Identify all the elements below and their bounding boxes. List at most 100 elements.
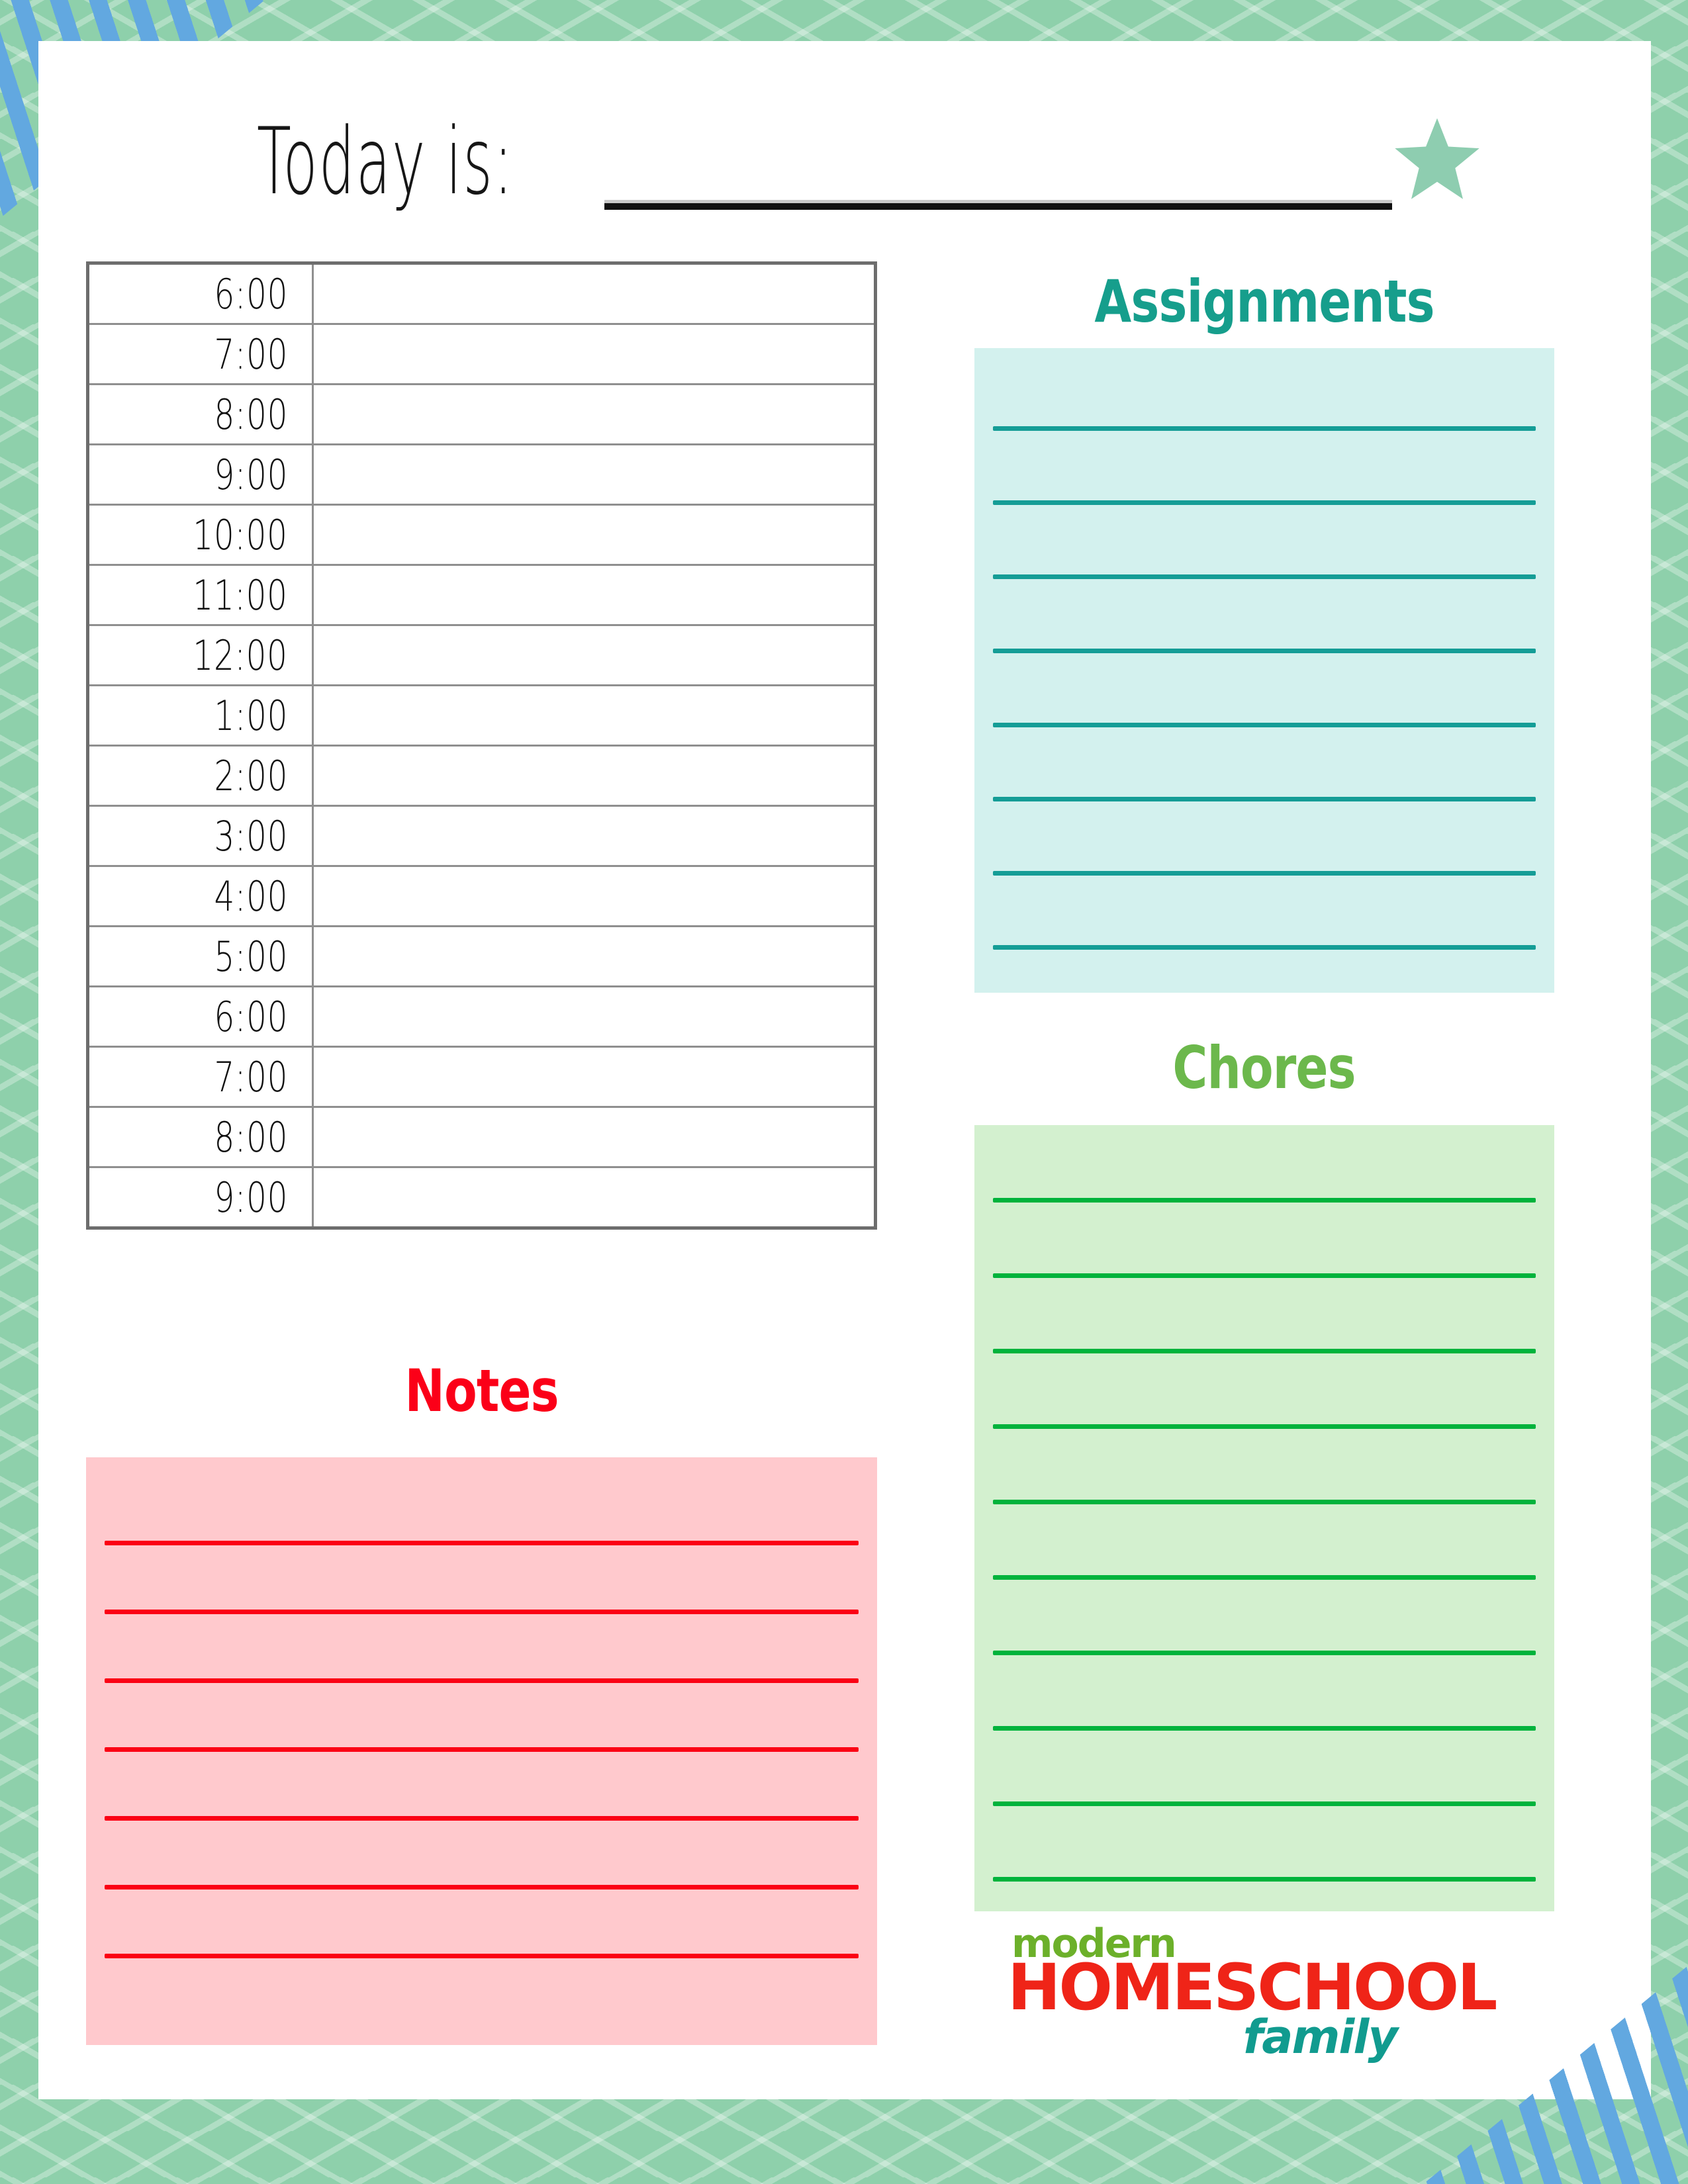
schedule-time-cell: 8:00 [87, 383, 314, 445]
table-row: 3:00 [87, 805, 876, 867]
table-row: 8:00 [87, 1106, 876, 1168]
write-on-line[interactable] [993, 1273, 1536, 1278]
schedule-entry-cell[interactable] [312, 624, 876, 686]
schedule-entry-cell[interactable] [312, 985, 876, 1048]
write-on-line[interactable] [993, 1877, 1536, 1882]
write-on-line[interactable] [993, 1575, 1536, 1580]
write-on-line[interactable] [993, 1726, 1536, 1731]
table-row: 2:00 [87, 745, 876, 807]
schedule-entry-cell[interactable] [312, 323, 876, 385]
schedule-time-label: 4:00 [214, 872, 288, 921]
write-on-line[interactable] [993, 426, 1536, 431]
schedule-entry-cell[interactable] [312, 1046, 876, 1108]
schedule-time-cell: 4:00 [87, 865, 314, 927]
schedule-entry-cell[interactable] [312, 1106, 876, 1168]
table-row: 1:00 [87, 684, 876, 747]
schedule-entry-cell[interactable] [312, 262, 876, 325]
write-on-line[interactable] [993, 1349, 1536, 1353]
schedule-time-label: 7:00 [214, 330, 288, 379]
schedule-entry-cell[interactable] [312, 383, 876, 445]
schedule-entry-cell[interactable] [312, 504, 876, 566]
write-on-line[interactable] [105, 1954, 859, 1958]
brand-logo: modern HOMESCHOOL family [1002, 1924, 1497, 2064]
write-on-line[interactable] [993, 945, 1536, 950]
write-on-line[interactable] [993, 723, 1536, 727]
table-row: 6:00 [87, 985, 876, 1048]
write-on-line[interactable] [993, 1651, 1536, 1655]
schedule-time-cell: 6:00 [87, 262, 314, 325]
schedule-time-cell: 10:00 [87, 504, 314, 566]
table-row: 6:00 [87, 262, 876, 325]
table-row: 9:00 [87, 1166, 876, 1229]
schedule-entry-cell[interactable] [312, 443, 876, 506]
table-row: 12:00 [87, 624, 876, 686]
star-icon [1395, 118, 1479, 199]
schedule-time-label: 9:00 [214, 1173, 288, 1222]
table-row: 11:00 [87, 564, 876, 626]
schedule-time-cell: 5:00 [87, 925, 314, 987]
write-on-line[interactable] [993, 871, 1536, 876]
table-row: 5:00 [87, 925, 876, 987]
schedule-entry-cell[interactable] [312, 564, 876, 626]
schedule-time-cell: 9:00 [87, 1166, 314, 1229]
write-on-line[interactable] [993, 797, 1536, 801]
write-on-line[interactable] [993, 649, 1536, 653]
schedule-time-cell: 8:00 [87, 1106, 314, 1168]
schedule-entry-cell[interactable] [312, 865, 876, 927]
schedule-time-cell: 7:00 [87, 323, 314, 385]
schedule-entry-cell[interactable] [312, 745, 876, 807]
table-row: 9:00 [87, 443, 876, 506]
write-on-line[interactable] [993, 1424, 1536, 1429]
write-on-line[interactable] [105, 1885, 859, 1889]
page-header: Today is: [38, 41, 1651, 259]
write-on-line[interactable] [993, 574, 1536, 579]
schedule-time-cell: 9:00 [87, 443, 314, 506]
chores-box[interactable] [974, 1125, 1554, 1911]
schedule-time-label: 1:00 [214, 691, 288, 740]
logo-word-family: family [1243, 2010, 1398, 2064]
write-on-line[interactable] [993, 500, 1536, 505]
chores-heading: Chores [974, 1034, 1554, 1102]
table-row: 8:00 [87, 383, 876, 445]
schedule-entry-cell[interactable] [312, 684, 876, 747]
schedule-time-cell: 2:00 [87, 745, 314, 807]
schedule-time-cell: 11:00 [87, 564, 314, 626]
assignments-heading-text: Assignments [1094, 267, 1434, 336]
write-on-line[interactable] [105, 1747, 859, 1752]
write-on-line[interactable] [993, 1500, 1536, 1504]
schedule-entry-cell[interactable] [312, 925, 876, 987]
today-is-label: Today is: [257, 107, 514, 216]
notes-heading-text: Notes [404, 1357, 559, 1425]
schedule-time-cell: 12:00 [87, 624, 314, 686]
write-on-line[interactable] [993, 1198, 1536, 1203]
planner-page: Today is: 6:00 7:00 8:00 9:00 10:00 11:00 12:0… [38, 41, 1651, 2099]
schedule-time-label: 6:00 [214, 992, 288, 1041]
schedule-time-label: 8:00 [214, 390, 288, 439]
table-row: 7:00 [87, 323, 876, 385]
schedule-time-label: 3:00 [214, 811, 288, 860]
notes-box[interactable] [86, 1457, 877, 2045]
write-on-line[interactable] [105, 1610, 859, 1614]
write-on-line[interactable] [993, 1801, 1536, 1806]
table-row: 7:00 [87, 1046, 876, 1108]
schedule-time-cell: 1:00 [87, 684, 314, 747]
schedule-time-cell: 7:00 [87, 1046, 314, 1108]
schedule-time-label: 5:00 [214, 932, 288, 981]
table-row: 4:00 [87, 865, 876, 927]
schedule-time-label: 10:00 [193, 510, 288, 559]
write-on-line[interactable] [105, 1678, 859, 1683]
schedule-time-label: 8:00 [214, 1113, 288, 1161]
schedule-time-cell: 3:00 [87, 805, 314, 867]
schedule-entry-cell[interactable] [312, 1166, 876, 1229]
schedule-entry-cell[interactable] [312, 805, 876, 867]
today-date-blank-line[interactable] [604, 203, 1392, 210]
schedule-time-label: 6:00 [214, 269, 288, 318]
schedule-time-label: 2:00 [214, 751, 288, 800]
schedule-time-label: 11:00 [193, 570, 288, 619]
write-on-line[interactable] [105, 1541, 859, 1545]
write-on-line[interactable] [105, 1816, 859, 1821]
notes-heading: Notes [86, 1357, 877, 1425]
assignments-box[interactable] [974, 348, 1554, 993]
table-row: 10:00 [87, 504, 876, 566]
schedule-time-label: 12:00 [193, 631, 288, 680]
